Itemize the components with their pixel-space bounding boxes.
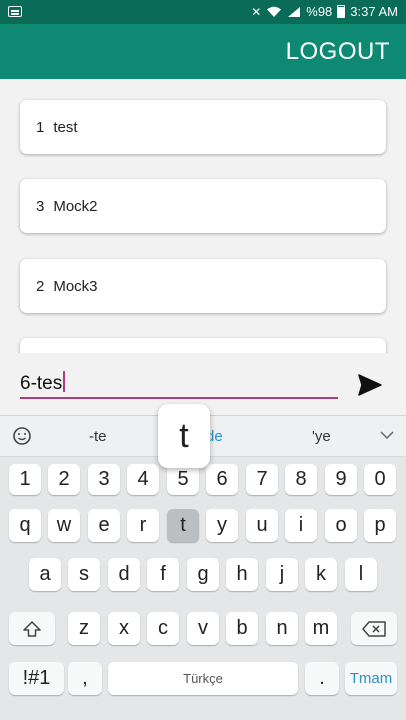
key-5[interactable]: 5 [167,464,199,495]
key-0[interactable]: 0 [364,464,396,495]
list-item[interactable]: 1 test [20,100,386,154]
text-caret [63,371,66,392]
item-number: 3 [36,197,45,215]
symbols-key[interactable]: !#1 [9,662,64,695]
list-item-partial[interactable] [20,338,386,353]
logout-button[interactable]: LOGOUT [286,38,390,66]
key-preview-popup: t [158,404,210,468]
item-number: 1 [36,118,45,136]
battery-percent: %98 [306,4,333,19]
message-input-text: 6-tes [20,373,63,394]
mute-icon: ✕ [251,4,262,19]
notification-icon [8,6,22,17]
space-key[interactable]: Türkçe [108,662,298,695]
status-icons: ✕ %98 3:37 AM [251,4,398,19]
key-f[interactable]: f [147,558,179,591]
status-bar: ✕ %98 3:37 AM [0,0,406,24]
key-n[interactable]: n [266,612,298,645]
shift-icon [23,620,41,637]
key-w[interactable]: w [48,509,80,542]
keyboard-settings-icon[interactable] [10,424,34,448]
app-bar: LOGOUT [0,24,406,79]
key-i[interactable]: i [285,509,317,542]
key-3[interactable]: 3 [88,464,120,495]
key-8[interactable]: 8 [285,464,317,495]
key-z[interactable]: z [68,612,100,645]
battery-icon [337,5,346,18]
key-p[interactable]: p [364,509,396,542]
item-number: 2 [36,277,45,295]
key-v[interactable]: v [187,612,219,645]
soft-keyboard: -te de 'ye t 1 2 3 4 5 6 7 8 9 0 q w e r… [0,404,406,720]
key-h[interactable]: h [226,558,258,591]
item-name: Mock2 [53,197,98,215]
chevron-down-icon[interactable] [380,428,394,442]
shift-key[interactable] [9,612,55,645]
key-c[interactable]: c [147,612,179,645]
item-list[interactable]: 1 test 3 Mock2 2 Mock3 [0,79,406,353]
key-1[interactable]: 1 [9,464,41,495]
key-q[interactable]: q [9,509,41,542]
period-key[interactable]: . [305,662,339,695]
key-6[interactable]: 6 [206,464,238,495]
signal-icon [288,6,301,17]
comma-key[interactable]: , [68,662,102,695]
key-a[interactable]: a [29,558,61,591]
key-b[interactable]: b [226,612,258,645]
key-t[interactable]: t [167,509,199,542]
key-d[interactable]: d [108,558,140,591]
item-name: Mock3 [53,277,98,295]
clock: 3:37 AM [350,4,398,19]
key-x[interactable]: x [108,612,140,645]
key-o[interactable]: o [325,509,357,542]
key-e[interactable]: e [88,509,120,542]
key-l[interactable]: l [345,558,377,591]
key-r[interactable]: r [127,509,159,542]
key-g[interactable]: g [187,558,219,591]
key-m[interactable]: m [305,612,337,645]
done-key[interactable]: Tmam [345,662,397,695]
key-y[interactable]: y [206,509,238,542]
backspace-key[interactable] [351,612,397,645]
message-input[interactable]: 6-tes [20,371,338,399]
key-s[interactable]: s [68,558,100,591]
item-name: test [53,118,78,136]
wifi-icon [267,6,282,17]
key-u[interactable]: u [246,509,278,542]
key-9[interactable]: 9 [325,464,357,495]
key-j[interactable]: j [266,558,298,591]
suggestion-3[interactable]: 'ye [312,428,331,445]
list-item[interactable]: 2 Mock3 [20,259,386,313]
key-7[interactable]: 7 [246,464,278,495]
suggestion-1[interactable]: -te [89,428,107,445]
backspace-icon [362,620,386,637]
send-icon[interactable] [357,373,383,397]
key-2[interactable]: 2 [48,464,80,495]
key-4[interactable]: 4 [127,464,159,495]
list-item[interactable]: 3 Mock2 [20,179,386,233]
key-k[interactable]: k [305,558,337,591]
